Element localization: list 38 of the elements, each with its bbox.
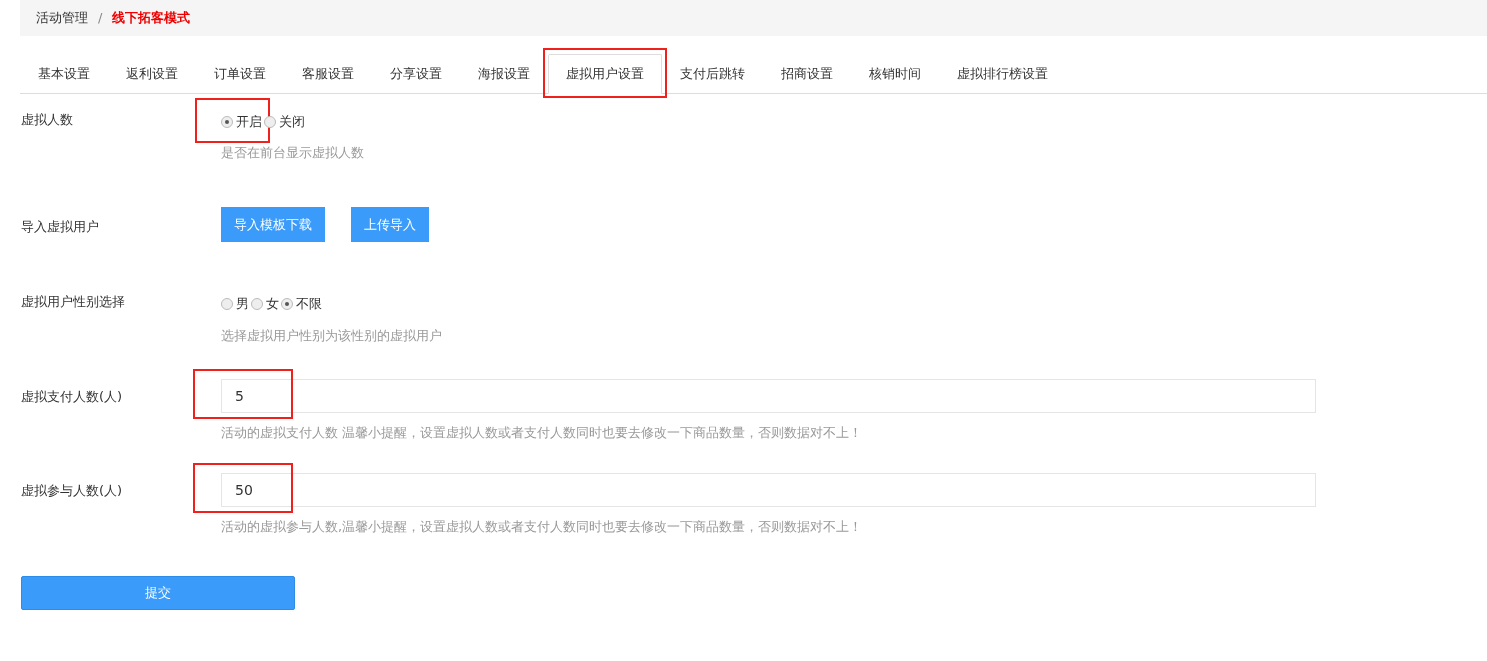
tab[interactable]: 基本设置: [20, 53, 108, 94]
tab[interactable]: 招商设置: [763, 53, 851, 94]
radio-option[interactable]: 不限: [281, 294, 322, 314]
field-label: 虚拟支付人数(人): [21, 388, 124, 406]
tab[interactable]: 虚拟用户设置: [548, 53, 662, 94]
breadcrumb-separator: /: [98, 9, 103, 28]
radio-option[interactable]: 开启: [221, 112, 262, 132]
radio-button[interactable]: [221, 298, 233, 310]
tab[interactable]: 分享设置: [372, 53, 460, 94]
field-label: 虚拟参与人数(人): [21, 481, 124, 500]
breadcrumb-item[interactable]: 活动管理: [36, 8, 88, 28]
radio-button[interactable]: [251, 298, 263, 310]
radio-label: 不限: [296, 295, 322, 314]
breadcrumb-item: 线下拓客模式: [112, 9, 191, 28]
tab[interactable]: 返利设置: [108, 53, 196, 94]
radio-button[interactable]: [281, 298, 293, 310]
field-label: 虚拟用户性别选择: [21, 293, 126, 312]
tab[interactable]: 订单设置: [196, 53, 284, 94]
radio-label: 男: [236, 295, 249, 314]
radio-option[interactable]: 关闭: [264, 112, 305, 132]
radio-button[interactable]: [264, 115, 276, 128]
tab[interactable]: 核销时间: [851, 53, 939, 94]
radio-option[interactable]: 男: [221, 294, 249, 314]
radio-label: 开启: [236, 113, 262, 131]
help-text: 是否在前台显示虚拟人数: [221, 144, 365, 163]
input-field[interactable]: 50: [221, 472, 1316, 507]
radio-button[interactable]: [221, 115, 233, 128]
field-label: 虚拟人数: [21, 111, 74, 129]
tab[interactable]: 海报设置: [460, 53, 548, 94]
input-field[interactable]: 5: [221, 379, 1316, 413]
field-label: 导入虚拟用户: [21, 217, 100, 236]
radio-option[interactable]: 女: [251, 294, 279, 314]
radio-label: 关闭: [279, 113, 305, 131]
help-text: 选择虚拟用户性别为该性别的虚拟用户: [221, 326, 443, 345]
tab[interactable]: 虚拟排行榜设置: [939, 53, 1066, 94]
tab[interactable]: 客服设置: [284, 53, 372, 94]
radio-label: 女: [266, 295, 279, 314]
tab[interactable]: 支付后跳转: [662, 53, 763, 94]
